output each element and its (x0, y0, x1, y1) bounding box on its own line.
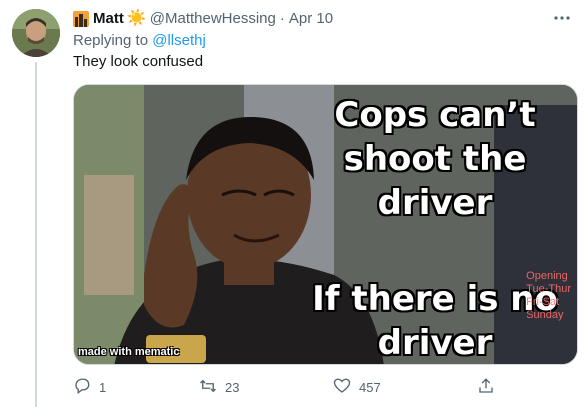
like-count: 457 (359, 380, 381, 395)
city-flag-icon (73, 11, 89, 27)
neon-line-3: Fri-Sat (526, 296, 560, 308)
meme-bottom-line-2: driver (377, 323, 493, 363)
tweet-text: They look confused (73, 53, 204, 70)
meme-top-line-1: Cops can’t (334, 95, 536, 135)
mematic-watermark: made with mematic (78, 346, 180, 358)
sun-emoji-icon: ☀️ (126, 10, 147, 27)
neon-sign: Opening Tue-Thur Fri-Sat Sunday (526, 270, 571, 322)
tweet-date[interactable]: Apr 10 (289, 9, 333, 29)
tweet-header: Matt ☀️ @MatthewHessing · Apr 10 (73, 9, 573, 29)
retweet-button[interactable]: 23 (199, 377, 239, 398)
author-name[interactable]: Matt (93, 9, 124, 29)
reply-count: 1 (99, 380, 107, 395)
retweet-icon (199, 377, 217, 398)
reply-button[interactable]: 1 (73, 377, 106, 398)
neon-line-4: Sunday (526, 309, 564, 321)
tweet-media-image[interactable]: Cops can’t shoot the driver If there is … (73, 84, 578, 365)
like-button[interactable]: 457 (333, 377, 381, 398)
tweet-actions: 1 23 457 (73, 375, 573, 399)
replying-handle-link[interactable]: @llsethj (152, 32, 206, 49)
meme-top-line-2: shoot the (343, 139, 527, 179)
heart-icon (333, 377, 351, 398)
reply-icon (73, 377, 91, 398)
replying-to: Replying to @llsethj (73, 31, 206, 51)
retweet-count: 23 (225, 380, 240, 395)
more-icon[interactable] (553, 9, 571, 33)
replying-prefix: Replying to (73, 32, 149, 49)
separator-dot: · (279, 10, 285, 27)
neon-line-2: Tue-Thur (526, 283, 571, 295)
meme-top-text: Cops can’t shoot the driver (300, 93, 570, 225)
avatar[interactable] (12, 9, 60, 57)
share-button[interactable] (477, 377, 495, 398)
share-icon (477, 377, 495, 398)
author-handle[interactable]: @MatthewHessing (150, 9, 276, 29)
meme-top-line-3: driver (377, 183, 493, 223)
thread-connector-line (35, 62, 37, 407)
neon-line-1: Opening (526, 270, 568, 282)
